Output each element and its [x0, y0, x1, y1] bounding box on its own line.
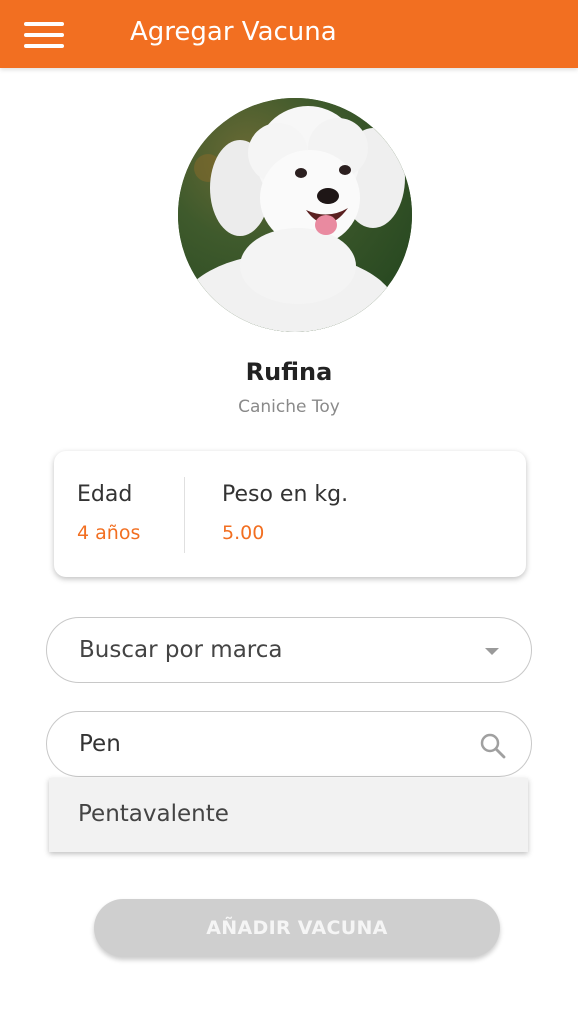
pet-info-card: Edad 4 años Peso en kg. 5.00 — [54, 451, 526, 577]
page-title: Agregar Vacuna — [130, 17, 337, 47]
pet-breed: Caniche Toy — [238, 397, 340, 417]
vaccine-search-input[interactable] — [79, 726, 469, 762]
weight-value: 5.00 — [222, 522, 265, 544]
hamburger-menu-icon[interactable] — [24, 20, 64, 50]
app-bar: Agregar Vacuna — [0, 0, 578, 68]
brand-select-label: Buscar por marca — [79, 637, 283, 663]
brand-select[interactable]: Buscar por marca — [46, 617, 532, 683]
suggestion-label: Pentavalente — [78, 801, 229, 827]
pet-name: Rufina — [245, 358, 333, 386]
suggestion-item[interactable]: Pentavalente — [49, 778, 528, 852]
pet-photo — [178, 98, 412, 332]
search-icon[interactable] — [479, 732, 507, 760]
vaccine-search-field[interactable] — [46, 711, 532, 777]
age-value: 4 años — [77, 522, 141, 544]
info-divider — [184, 477, 185, 553]
dropdown-caret-icon — [485, 648, 499, 655]
weight-label: Peso en kg. — [222, 482, 349, 507]
age-label: Edad — [77, 482, 133, 507]
add-vaccine-button[interactable]: AÑADIR VACUNA — [94, 899, 500, 957]
search-suggestions: Pentavalente — [49, 778, 528, 852]
add-vaccine-label: AÑADIR VACUNA — [206, 917, 388, 939]
